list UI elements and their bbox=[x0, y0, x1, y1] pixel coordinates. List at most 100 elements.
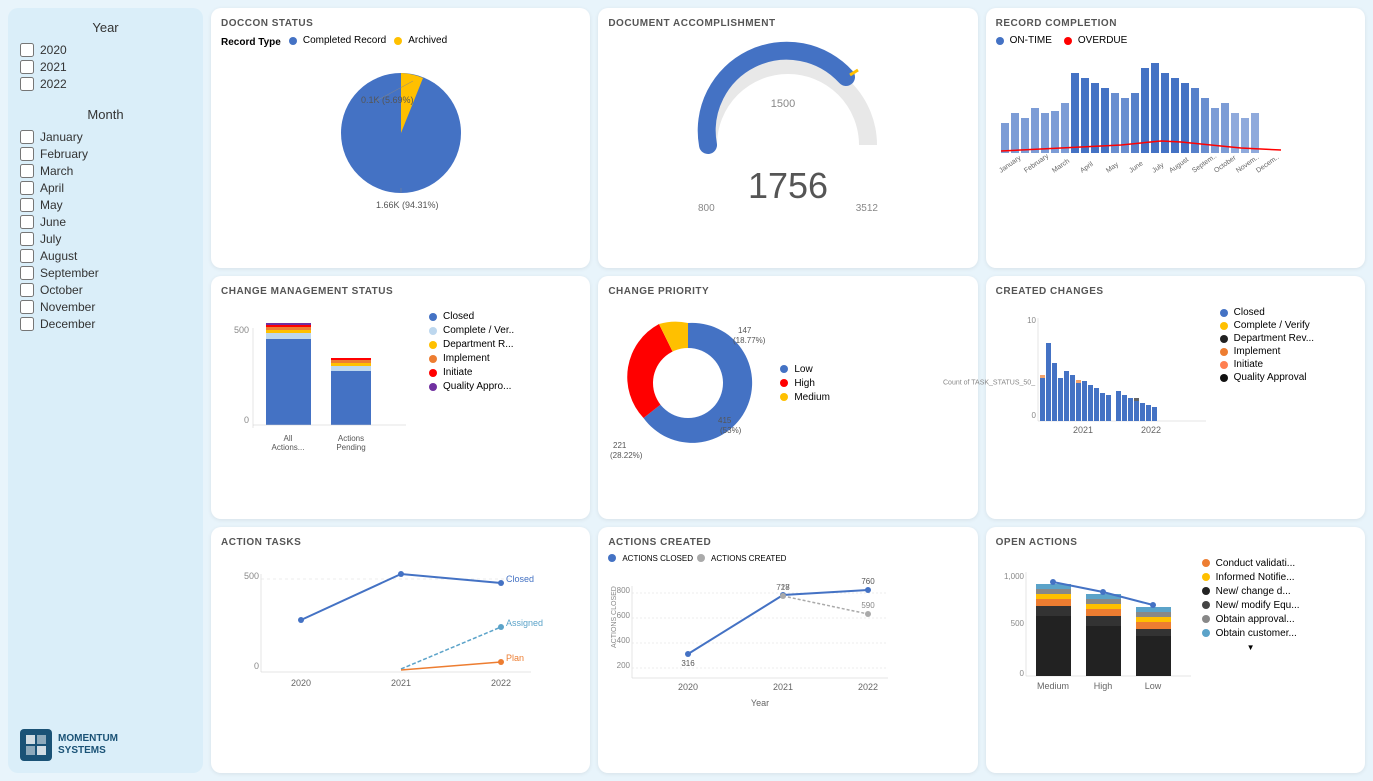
svg-text:Count of TASK_STATUS_50_: Count of TASK_STATUS_50_ bbox=[943, 380, 1035, 387]
month-april[interactable]: April bbox=[20, 181, 191, 195]
month-february[interactable]: February bbox=[20, 147, 191, 161]
year-filter-2022[interactable]: 2022 bbox=[20, 77, 191, 91]
svg-text:August: August bbox=[1168, 156, 1190, 174]
svg-text:590: 590 bbox=[862, 601, 876, 610]
ontime-legend: ON-TIME bbox=[996, 35, 1052, 46]
cc-initiate: Initiate bbox=[1220, 359, 1314, 370]
month-december[interactable]: December bbox=[20, 317, 191, 331]
logo-text: MOMENTUMSYSTEMS bbox=[58, 733, 118, 757]
action-tasks-chart: 500 0 Closed Assigned Plan bbox=[221, 554, 551, 714]
priority-legend: Low High Medium bbox=[780, 364, 830, 406]
svg-text:0: 0 bbox=[254, 661, 259, 671]
overdue-dot bbox=[1064, 37, 1072, 45]
year-filter-2020[interactable]: 2020 bbox=[20, 43, 191, 57]
gauge-value: 1756 bbox=[748, 165, 828, 207]
archived-label: Archived bbox=[408, 35, 447, 46]
gauge-min: 800 bbox=[698, 203, 715, 214]
month-november[interactable]: November bbox=[20, 300, 191, 314]
change-priority-content: 147 (18.77%) 221 (28.22%) 415 (53%) Low … bbox=[608, 303, 967, 466]
svg-text:200: 200 bbox=[617, 661, 631, 670]
svg-text:Pending: Pending bbox=[336, 443, 365, 452]
svg-text:2020: 2020 bbox=[291, 678, 311, 688]
month-october[interactable]: October bbox=[20, 283, 191, 297]
rec-comp-chart: January February March April May June Ju… bbox=[996, 53, 1306, 183]
svg-text:May: May bbox=[1105, 161, 1120, 175]
actions-created-title: ACTIONS CREATED bbox=[608, 537, 967, 548]
svg-text:415: 415 bbox=[718, 416, 732, 425]
doccon-pie-chart: 0.1K (5.69%) 1.66K (94.31%) bbox=[321, 53, 481, 216]
svg-text:727: 727 bbox=[777, 583, 791, 592]
oa-obtain-customer: Obtain customer... bbox=[1202, 628, 1300, 639]
year-2022-checkbox[interactable] bbox=[20, 77, 34, 91]
completed-label: Completed Record bbox=[303, 35, 386, 46]
year-2020-label: 2020 bbox=[40, 43, 67, 57]
svg-text:(53%): (53%) bbox=[720, 426, 742, 435]
month-march[interactable]: March bbox=[20, 164, 191, 178]
created-changes-panel: CREATED CHANGES Count of TASK_STATUS_50_… bbox=[986, 276, 1365, 518]
doc-acc-title: Document Accomplishment bbox=[608, 18, 967, 29]
open-actions-chart: 1,000 500 0 bbox=[996, 554, 1196, 709]
cc-dept: Department Rev... bbox=[1220, 333, 1314, 344]
low-legend: Low bbox=[780, 364, 830, 375]
svg-text:147: 147 bbox=[738, 326, 752, 335]
svg-text:0: 0 bbox=[1019, 669, 1024, 678]
svg-text:(18.77%): (18.77%) bbox=[733, 336, 766, 345]
scroll-down-icon[interactable]: ▼ bbox=[1202, 643, 1300, 652]
oa-informed: Informed Notifie... bbox=[1202, 572, 1300, 583]
gauge-container: 1500 1756 800 3512 bbox=[608, 35, 967, 214]
year-filter-list: 2020 2021 2022 bbox=[20, 43, 191, 91]
rec-comp-legend: ON-TIME OVERDUE bbox=[996, 35, 1355, 49]
svg-text:400: 400 bbox=[617, 636, 631, 645]
legend-closed: Closed bbox=[429, 311, 514, 322]
svg-text:0.1K (5.69%): 0.1K (5.69%) bbox=[361, 95, 414, 105]
created-changes-chart: Count of TASK_STATUS_50_ 10 0 bbox=[996, 303, 1216, 458]
svg-text:January: January bbox=[998, 154, 1023, 174]
high-legend: High bbox=[780, 378, 830, 389]
legend-dept: Department R... bbox=[429, 339, 514, 350]
svg-text:Decem..: Decem.. bbox=[1255, 154, 1280, 175]
svg-text:Plan: Plan bbox=[506, 653, 524, 663]
month-may[interactable]: May bbox=[20, 198, 191, 212]
svg-text:Closed: Closed bbox=[506, 574, 534, 584]
change-priority-title: CHANGE PRIORITY bbox=[608, 286, 967, 297]
svg-text:2020: 2020 bbox=[678, 682, 698, 692]
month-september[interactable]: September bbox=[20, 266, 191, 280]
svg-text:10: 10 bbox=[1027, 316, 1036, 325]
actions-created-panel: ACTIONS CREATED ACTIONS CLOSED ACTIONS C… bbox=[598, 527, 977, 773]
month-june[interactable]: June bbox=[20, 215, 191, 229]
svg-text:1,000: 1,000 bbox=[1004, 572, 1025, 581]
year-filter-2021[interactable]: 2021 bbox=[20, 60, 191, 74]
svg-text:2022: 2022 bbox=[491, 678, 511, 688]
oa-new-change: New/ change d... bbox=[1202, 586, 1300, 597]
svg-text:High: High bbox=[1093, 681, 1112, 691]
svg-text:2022: 2022 bbox=[858, 682, 878, 692]
change-mgmt-panel: CHANGE MANAGEMENT STATUS 500 0 bbox=[211, 276, 590, 518]
svg-text:2022: 2022 bbox=[1141, 425, 1161, 435]
created-changes-title: CREATED CHANGES bbox=[996, 286, 1355, 297]
created-changes-content: Count of TASK_STATUS_50_ 10 0 bbox=[996, 303, 1355, 458]
doc-accomplishment-panel: Document Accomplishment 1500 1756 800 35… bbox=[598, 8, 977, 268]
overdue-label: OVERDUE bbox=[1078, 35, 1127, 46]
action-tasks-title: ACTION TASKS bbox=[221, 537, 580, 548]
month-august[interactable]: August bbox=[20, 249, 191, 263]
svg-text:Actions...: Actions... bbox=[272, 443, 305, 452]
doccon-title: DOCCON STATUS bbox=[221, 18, 580, 29]
month-filter-list: January February March April May June Ju… bbox=[20, 130, 191, 331]
legend-complete: Complete / Ver.. bbox=[429, 325, 514, 336]
svg-text:500: 500 bbox=[1010, 619, 1024, 628]
open-actions-legend: Conduct validati... Informed Notifie... … bbox=[1202, 554, 1300, 709]
svg-text:0: 0 bbox=[1031, 411, 1036, 420]
archived-legend: Archived bbox=[394, 35, 447, 46]
svg-text:Actions: Actions bbox=[338, 434, 364, 443]
svg-text:600: 600 bbox=[617, 611, 631, 620]
month-january[interactable]: January bbox=[20, 130, 191, 144]
year-2021-checkbox[interactable] bbox=[20, 60, 34, 74]
open-actions-panel: OPEN ACTIONS 1,000 500 0 bbox=[986, 527, 1365, 773]
svg-text:760: 760 bbox=[862, 577, 876, 586]
change-mgmt-chart: 500 0 All Actions... Actions bbox=[221, 303, 421, 463]
year-2020-checkbox[interactable] bbox=[20, 43, 34, 57]
cc-quality: Quality Approval bbox=[1220, 372, 1314, 383]
svg-text:Assigned: Assigned bbox=[506, 618, 543, 628]
svg-text:Low: Low bbox=[1144, 681, 1161, 691]
month-july[interactable]: July bbox=[20, 232, 191, 246]
